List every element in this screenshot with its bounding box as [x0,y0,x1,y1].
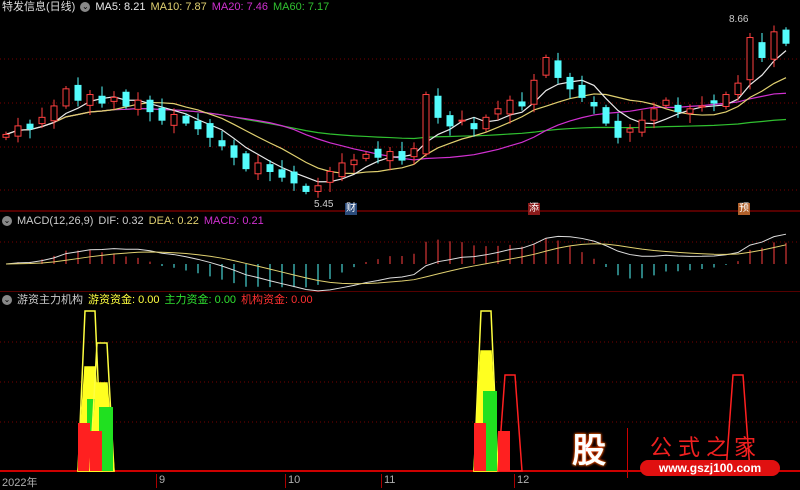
candle-down [518,101,526,107]
candle-up [350,159,358,166]
candle-down [590,102,598,107]
candle-down [26,123,34,130]
candle-up [170,113,178,126]
candle-up [254,162,262,175]
candle-up [650,108,658,121]
jigou-fill [78,423,90,471]
candle-up [770,31,778,60]
candle-up [410,148,418,158]
candle-up [86,94,94,106]
candle-up [386,151,394,162]
candle-down [146,99,154,113]
candle-up [62,88,70,107]
candle-down [302,185,310,192]
candle-up [134,99,142,110]
candle-up [50,105,58,122]
candle-down [758,42,766,58]
price-chart[interactable]: 8.66 5.45 [0,0,800,212]
candle-up [698,105,706,108]
candle-down [554,60,562,78]
low-price-label: 5.45 [314,199,334,210]
candle-down [74,84,82,101]
candle-down [278,169,286,178]
x-axis-label: 11 [381,474,395,488]
candle-up [458,119,466,122]
candle-down [578,84,586,98]
candle-down [230,145,238,158]
candle-up [662,99,670,106]
candle-up [626,128,634,133]
candle-down [266,164,274,172]
jigou-fill [474,423,486,471]
candle-down [446,115,454,127]
high-price-label: 8.66 [729,14,749,25]
candle-up [734,82,742,96]
macd-chart[interactable] [0,212,800,292]
candle-down [158,107,166,121]
candle-down [122,91,130,107]
candle-down [206,123,214,138]
candle-up [314,185,322,192]
candle-down [470,123,478,130]
candle-up [542,56,550,76]
x-axis-label: 9 [156,474,165,488]
x-axis-label: 2022年 [2,477,38,489]
candle-down [98,95,106,104]
logo-name: 公式之家 [650,436,763,461]
dif-line [5,233,787,292]
candle-down [566,76,574,90]
candle-up [638,119,646,133]
candle-down [182,115,190,124]
jigou-fill [90,431,102,471]
candle-down [218,140,226,147]
x-axis-label: 12 [514,474,529,488]
candle-up [2,133,10,138]
candle-up [362,153,370,159]
candle-down [194,120,202,130]
logo-url: www.gszj100.com [640,460,780,476]
candle-up [482,116,490,130]
candle-up [110,96,118,102]
candle-down [290,171,298,184]
candle-up [422,94,430,155]
x-axis-label: 10 [285,474,300,488]
candle-down [398,151,406,161]
candle-up [494,108,502,115]
candle-down [434,95,442,118]
candle-up [338,162,346,178]
candle-up [746,37,754,81]
jigou-fill [498,431,510,471]
candle-down [374,148,382,158]
candle-down [242,153,250,170]
candle-down [674,104,682,113]
candle-up [506,99,514,115]
candle-down [710,100,718,104]
candle-up [530,79,538,105]
ma5-line [5,50,787,183]
candle-up [14,125,22,137]
logo-badge: 股 [572,432,606,470]
candle-up [326,170,334,183]
watermark-logo: 股 公式之家 www.gszj100.com [560,428,795,478]
ma60-line [5,107,787,140]
candle-down [614,120,622,138]
candle-up [38,116,46,125]
candle-down [602,107,610,124]
candle-up [686,108,694,114]
candle-down [782,29,790,44]
candle-up [722,94,730,108]
